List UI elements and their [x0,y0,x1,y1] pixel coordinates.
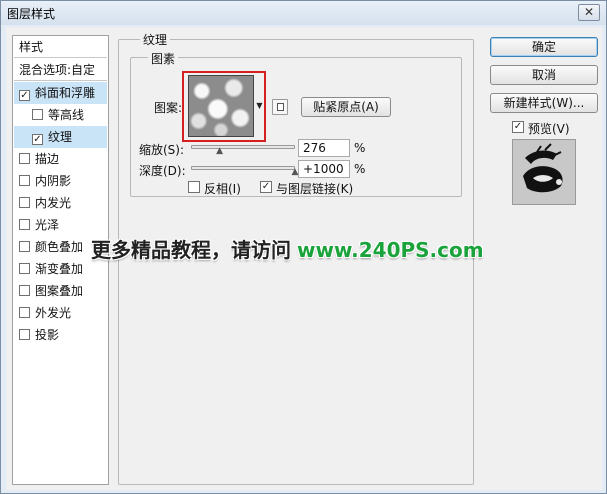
checkbox-texture[interactable]: ✓ [32,134,43,145]
title-bar: 图层样式 ✕ [1,1,606,25]
depth-unit: % [354,162,366,176]
style-item-label: 图案叠加 [35,284,84,298]
style-preview-thumbnail [512,139,576,205]
depth-label: 深度(D): [139,164,186,178]
depth-slider-track[interactable] [191,166,295,170]
slider-thumb-icon: ▲ [216,146,224,156]
pattern-group-title: 图素 [148,50,179,67]
style-item-label: 颜色叠加 [35,240,84,254]
chevron-down-icon: ▼ [256,101,263,110]
invert-label: 反相(I) [204,182,241,196]
pattern-dropdown-arrow[interactable]: ▼ [255,75,264,137]
scale-input[interactable]: 276 [298,139,350,157]
checkbox-inner-glow[interactable] [19,197,30,208]
style-item-label: 渐变叠加 [35,262,84,276]
depth-input[interactable]: +1000 [298,160,350,178]
style-item-label: 等高线 [48,108,85,122]
watermark-text: 更多精品教程，请访问 [91,238,291,262]
style-item-label: 内发光 [35,196,72,210]
checkbox-satin[interactable] [19,219,30,230]
checkbox-gradient-overlay[interactable] [19,263,30,274]
styles-list-header[interactable]: 样式 [14,36,107,58]
new-style-button[interactable]: 新建样式(W)... [490,93,598,113]
checkbox-drop-shadow[interactable] [19,329,30,340]
scale-unit: % [354,141,366,155]
checkbox-stroke[interactable] [19,153,30,164]
close-icon: ✕ [583,5,595,19]
check-icon: ✓ [513,121,523,132]
checkbox-pattern-overlay[interactable] [19,285,30,296]
preview-label: 预览(V) [528,122,570,136]
checkbox-inner-shadow[interactable] [19,175,30,186]
layer-style-dialog: 图层样式 ✕ 样式 混合选项:自定 ✓ 斜面和浮雕 等高线 ✓ 纹理 描边 内阴影 [0,0,607,494]
scale-slider-track[interactable] [191,145,295,149]
style-item-label: 投影 [35,328,60,342]
style-item-label: 斜面和浮雕 [35,86,96,100]
new-preset-button[interactable] [272,99,288,115]
pattern-label: 图案: [154,101,183,115]
watermark: 更多精品教程，请访问 www.240PS.com [91,234,484,263]
style-item-label: 外发光 [35,306,72,320]
link-with-layer-checkbox[interactable]: ✓ [260,181,272,193]
style-item-stroke[interactable]: 描边 [14,148,107,170]
check-icon: ✓ [33,134,42,145]
style-item-label: 描边 [35,152,60,166]
check-icon: ✓ [20,90,29,101]
cancel-button[interactable]: 取消 [490,65,598,85]
style-item-label: 光泽 [35,218,60,232]
blending-options-item[interactable]: 混合选项:自定 [14,59,107,81]
style-item-inner-glow[interactable]: 内发光 [14,192,107,214]
checkbox-color-overlay[interactable] [19,241,30,252]
style-item-drop-shadow[interactable]: 投影 [14,324,107,346]
scale-slider-thumb[interactable]: ▲ [215,147,225,156]
style-item-label: 内阴影 [35,174,72,188]
pattern-swatch[interactable] [188,75,254,137]
check-icon: ✓ [261,181,271,192]
preview-checkbox[interactable]: ✓ [512,121,524,133]
checkbox-bevel-emboss[interactable]: ✓ [19,90,30,101]
style-item-outer-glow[interactable]: 外发光 [14,302,107,324]
new-document-icon [277,103,284,111]
style-item-bevel-emboss[interactable]: ✓ 斜面和浮雕 [14,82,107,104]
style-item-texture[interactable]: ✓ 纹理 [14,126,107,148]
checkbox-outer-glow[interactable] [19,307,30,318]
close-button[interactable]: ✕ [578,4,600,21]
style-item-label: 纹理 [48,130,73,144]
texture-group-title: 纹理 [140,31,171,48]
link-with-layer-label: 与图层链接(K) [276,182,354,196]
snap-to-origin-button[interactable]: 贴紧原点(A) [301,97,391,117]
style-item-contour[interactable]: 等高线 [14,104,107,126]
style-item-pattern-overlay[interactable]: 图案叠加 [14,280,107,302]
ok-button[interactable]: 确定 [490,37,598,57]
scale-label: 缩放(S): [139,143,185,157]
window-title: 图层样式 [7,7,56,21]
checkbox-contour[interactable] [32,109,43,120]
watermark-url: www.240PS.com [297,238,484,262]
preview-graphic [523,143,563,193]
style-item-inner-shadow[interactable]: 内阴影 [14,170,107,192]
invert-checkbox[interactable] [188,181,200,193]
style-item-satin[interactable]: 光泽 [14,214,107,236]
